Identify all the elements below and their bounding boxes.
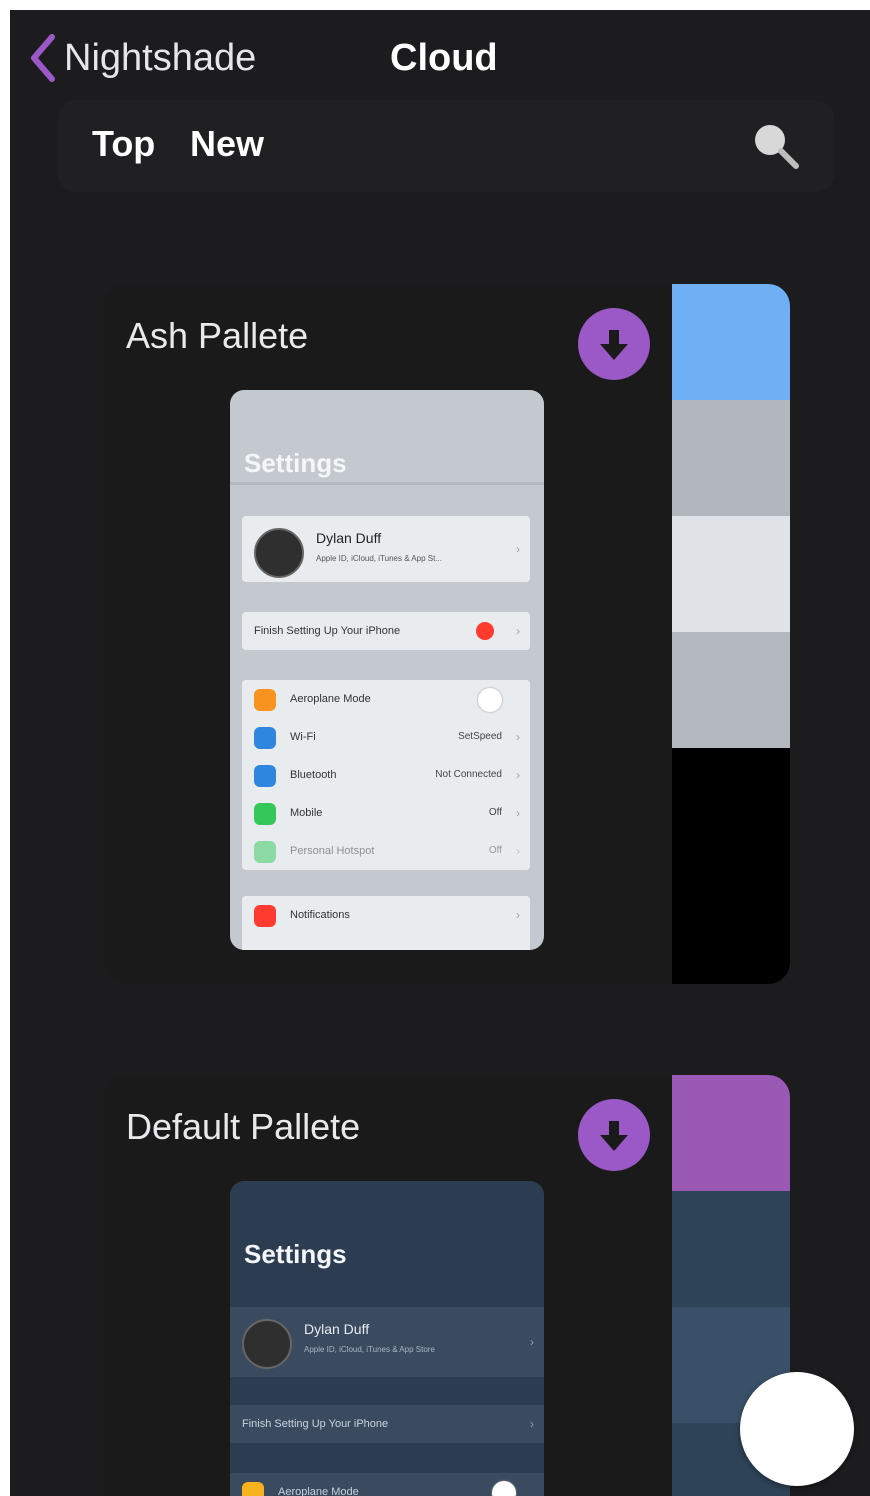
row-value: Off: [488, 807, 502, 818]
hotspot-icon: [254, 841, 276, 863]
back-button[interactable]: Nightshade: [28, 28, 256, 88]
airplane-icon: [254, 689, 276, 711]
chevron-left-icon: [31, 34, 55, 82]
chevron-right-icon: ›: [516, 624, 520, 638]
chevron-right-icon: ›: [516, 730, 520, 744]
chevron-right-icon: ›: [530, 1335, 534, 1349]
color-swatch: [672, 516, 790, 632]
color-swatch-column: [672, 284, 790, 984]
list-item: Personal Hotspot Off ›: [242, 832, 530, 870]
chevron-right-icon: ›: [516, 768, 520, 782]
row-value: Off: [488, 845, 502, 856]
preview-divider: [230, 482, 544, 485]
finish-setup-label: Finish Setting Up Your iPhone: [242, 1418, 389, 1430]
download-button[interactable]: [578, 308, 650, 380]
search-icon[interactable]: [748, 118, 804, 174]
wifi-icon: [254, 727, 276, 749]
preview-connectivity-group: Aeroplane Mode: [230, 1473, 544, 1496]
preview-notifications-group: Notifications ›: [242, 896, 530, 950]
row-label: Aeroplane Mode: [278, 1486, 359, 1496]
tab-top[interactable]: Top: [92, 118, 155, 170]
toggle-switch: [478, 688, 502, 712]
download-button[interactable]: [578, 1099, 650, 1171]
row-label: Wi-Fi: [290, 731, 316, 743]
palette-card-ash[interactable]: Ash Pallete Settings Dylan Duff Apple ID…: [104, 284, 790, 984]
row-label: Bluetooth: [290, 769, 337, 781]
chevron-right-icon: ›: [516, 542, 520, 556]
page-title: Cloud: [390, 37, 498, 79]
chevron-right-icon: ›: [516, 908, 520, 922]
list-item: Wi-Fi SetSpeed ›: [242, 718, 530, 756]
color-swatch: [672, 1075, 790, 1191]
filter-bar: Top New: [58, 100, 834, 192]
preview-profile-row: Dylan Duff Apple ID, iCloud, iTunes & Ap…: [230, 1307, 544, 1377]
back-label: Nightshade: [64, 36, 257, 79]
avatar: [242, 1319, 292, 1369]
list-item: Bluetooth Not Connected ›: [242, 756, 530, 794]
download-arrow-icon: [600, 1121, 628, 1151]
preview-connectivity-group: Aeroplane Mode Wi-Fi SetSpeed › Bluetoot…: [242, 680, 530, 870]
color-swatch: [672, 748, 790, 984]
theme-preview: Settings Dylan Duff Apple ID, iCloud, iT…: [230, 390, 544, 950]
theme-preview: Settings Dylan Duff Apple ID, iCloud, iT…: [230, 1181, 544, 1496]
row-label: Aeroplane Mode: [290, 693, 371, 705]
profile-name: Dylan Duff: [316, 530, 382, 546]
row-label: Personal Hotspot: [290, 845, 375, 857]
preview-finish-setup-row: Finish Setting Up Your iPhone ›: [242, 612, 530, 650]
list-item: Aeroplane Mode: [230, 1473, 544, 1496]
avatar: [254, 528, 304, 578]
palette-card-default[interactable]: Default Pallete Settings Dylan Duff Appl…: [104, 1075, 790, 1496]
toggle-switch: [492, 1481, 516, 1496]
preview-title: Settings: [244, 1239, 347, 1269]
tab-new[interactable]: New: [190, 118, 264, 170]
chevron-right-icon: ›: [516, 806, 520, 820]
list-item: Notifications ›: [242, 896, 530, 934]
notification-badge: [476, 622, 494, 640]
profile-subtitle: Apple ID, iCloud, iTunes & App St...: [316, 554, 442, 563]
profile-name: Dylan Duff: [304, 1321, 370, 1337]
list-item: Mobile Off ›: [242, 794, 530, 832]
bluetooth-icon: [254, 765, 276, 787]
color-swatch: [672, 1191, 790, 1307]
color-swatch: [672, 400, 790, 516]
color-swatch: [672, 632, 790, 748]
download-arrow-icon: [600, 330, 628, 360]
notifications-icon: [254, 905, 276, 927]
preview-title: Settings: [244, 448, 347, 478]
mobile-data-icon: [254, 803, 276, 825]
row-label: Mobile: [290, 807, 323, 819]
preview-finish-setup-row: Finish Setting Up Your iPhone ›: [230, 1405, 544, 1443]
row-value: SetSpeed: [458, 731, 502, 742]
profile-subtitle: Apple ID, iCloud, iTunes & App Store: [304, 1345, 435, 1354]
finish-setup-label: Finish Setting Up Your iPhone: [254, 625, 401, 637]
color-swatch: [672, 284, 790, 400]
floating-action-button[interactable]: [740, 1372, 854, 1486]
palette-title: Ash Pallete: [126, 315, 309, 356]
row-label: Notifications: [290, 909, 350, 921]
preview-profile-row: Dylan Duff Apple ID, iCloud, iTunes & Ap…: [242, 516, 530, 582]
chevron-right-icon: ›: [530, 1417, 534, 1431]
chevron-right-icon: ›: [516, 844, 520, 858]
palette-title: Default Pallete: [126, 1106, 361, 1147]
row-value: Not Connected: [435, 769, 502, 780]
airplane-icon: [242, 1482, 264, 1496]
app-root: Nightshade Cloud Top New Ash Pallete Set…: [10, 10, 870, 1496]
list-item: Aeroplane Mode: [242, 680, 530, 718]
